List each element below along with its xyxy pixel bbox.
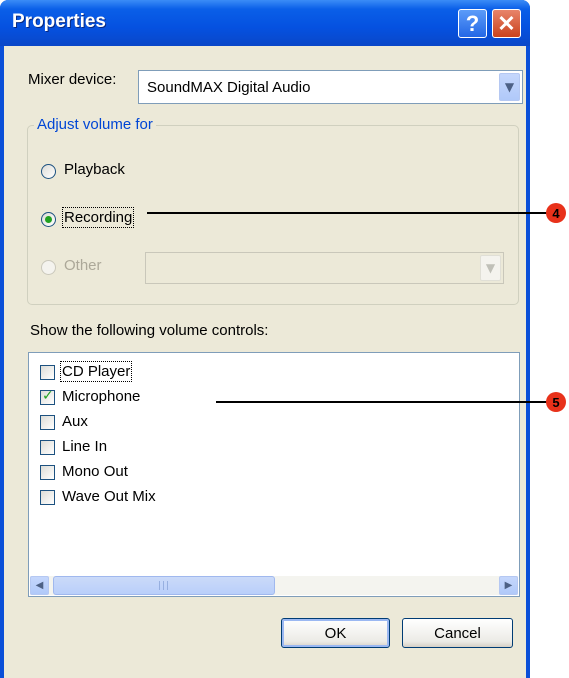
recording-radio-label[interactable]: Recording	[61, 207, 135, 228]
volume-controls-list[interactable]: CD Player ✓ Microphone Aux Line In Mono …	[28, 352, 520, 597]
close-button[interactable]: ✕	[492, 9, 521, 38]
adjust-volume-group-title: Adjust volume for	[34, 116, 156, 133]
cd-player-checkbox[interactable]	[40, 365, 55, 380]
cancel-button[interactable]: Cancel	[402, 618, 513, 648]
horizontal-scrollbar[interactable]: ◀ ||| ▶	[30, 576, 518, 595]
list-item-label: Mono Out	[62, 463, 128, 480]
ok-button[interactable]: OK	[281, 618, 390, 648]
properties-window: Properties ? ✕ Mixer device: SoundMAX Di…	[0, 0, 530, 678]
volume-controls-label: Show the following volume controls:	[30, 322, 269, 339]
list-item-label: CD Player	[59, 361, 133, 382]
chevron-down-icon[interactable]: ▼	[499, 73, 520, 101]
scroll-right-button[interactable]: ▶	[499, 576, 518, 595]
callout-line-recording	[147, 212, 549, 214]
chevron-left-icon: ◀	[35, 580, 44, 591]
callout-badge-5: 5	[546, 392, 566, 412]
line-in-checkbox[interactable]	[40, 440, 55, 455]
dialog-client-area: Mixer device: SoundMAX Digital Audio ▼ A…	[4, 46, 526, 678]
recording-radio[interactable]	[41, 212, 56, 227]
help-button[interactable]: ?	[458, 9, 487, 38]
checkmark-icon: ✓	[42, 388, 54, 404]
other-radio[interactable]	[41, 260, 56, 275]
aux-checkbox[interactable]	[40, 415, 55, 430]
playback-radio-label[interactable]: Playback	[64, 161, 125, 178]
mixer-device-value: SoundMAX Digital Audio	[147, 79, 311, 96]
window-title: Properties	[12, 11, 106, 32]
callout-badge-4: 4	[546, 203, 566, 223]
list-item-label: Wave Out Mix	[62, 488, 156, 505]
adjust-volume-group: Adjust volume for Playback Recording Oth…	[27, 116, 519, 305]
playback-radio[interactable]	[41, 164, 56, 179]
list-item-label: Microphone	[62, 388, 141, 405]
mono-out-checkbox[interactable]	[40, 465, 55, 480]
other-radio-label[interactable]: Other	[64, 257, 102, 274]
scrollbar-thumb[interactable]: |||	[53, 576, 275, 595]
list-item-label: Line In	[62, 438, 108, 455]
callout-line-microphone	[216, 401, 549, 403]
list-item-label: Aux	[62, 413, 88, 430]
other-device-select[interactable]: ▼	[145, 252, 504, 284]
help-icon: ?	[465, 10, 480, 36]
mixer-device-label: Mixer device:	[28, 71, 117, 88]
close-icon: ✕	[497, 10, 516, 36]
chevron-right-icon: ▶	[504, 580, 513, 591]
microphone-checkbox[interactable]: ✓	[40, 388, 55, 405]
mixer-device-select[interactable]: SoundMAX Digital Audio ▼	[138, 70, 523, 104]
chevron-down-icon[interactable]: ▼	[480, 255, 501, 281]
scroll-left-button[interactable]: ◀	[30, 576, 49, 595]
wave-out-mix-checkbox[interactable]	[40, 490, 55, 505]
title-bar[interactable]: Properties ? ✕	[0, 0, 530, 46]
